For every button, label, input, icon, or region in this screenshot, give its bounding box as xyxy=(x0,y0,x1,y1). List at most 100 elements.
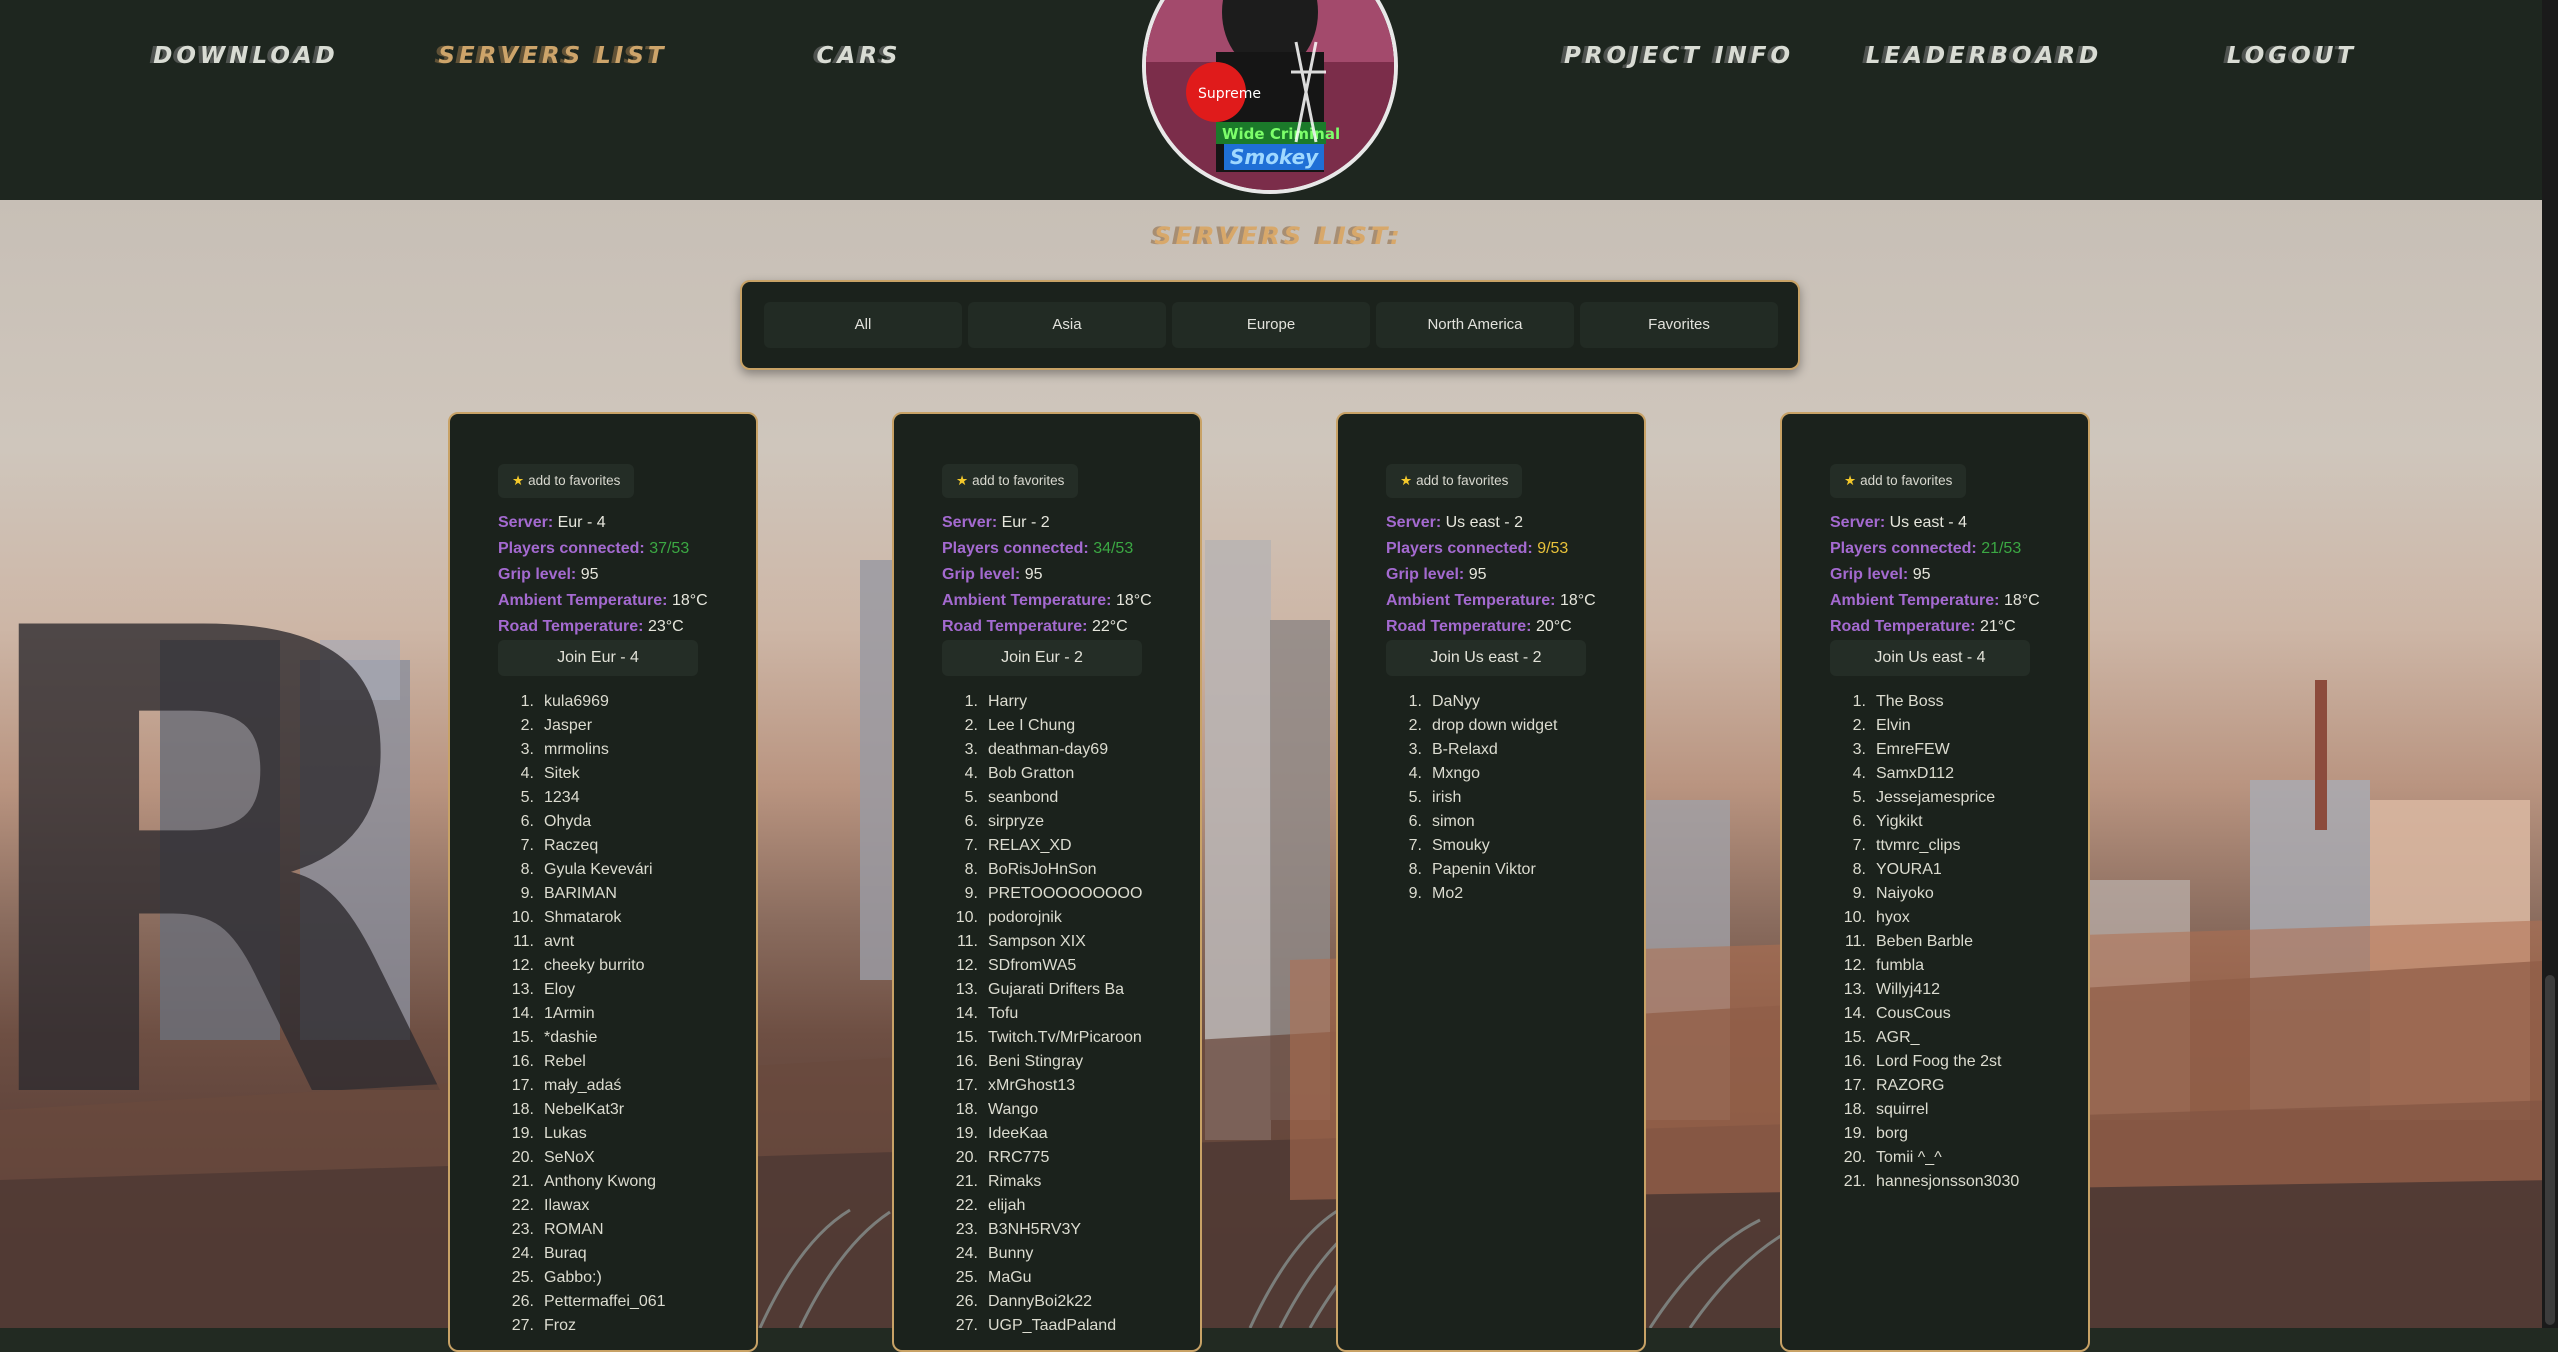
player-name: Pettermaffei_061 xyxy=(544,1293,666,1310)
player-name: kula6969 xyxy=(544,693,609,710)
player-list-item: 1. kula6969 xyxy=(520,693,609,710)
nav-project-info[interactable]: PROJECT INFO xyxy=(1564,38,1794,74)
player-name: The Boss xyxy=(1876,693,1944,710)
road-value: 21°C xyxy=(1979,618,2016,635)
ambient-label: Ambient Temperature: xyxy=(1830,592,2000,609)
avatar-image: Supreme Wide Criminal Smokey xyxy=(1146,0,1394,190)
player-name: *dashie xyxy=(544,1029,598,1046)
player-list-item: 3. B-Relaxd xyxy=(1408,741,1498,758)
favorite-label: add to favorites xyxy=(1860,473,1953,488)
player-list-item: 1. DaNyy xyxy=(1408,693,1481,710)
join-server-button[interactable]: Join Us east - 2 xyxy=(1386,640,1586,676)
player-list-item: 18. squirrel xyxy=(1843,1101,1929,1118)
player-name: MaGu xyxy=(988,1269,1032,1286)
player-list-item: 7. Raczeq xyxy=(520,837,599,854)
player-name: DannyBoi2k22 xyxy=(988,1293,1093,1310)
nav-download[interactable]: DOWNLOAD xyxy=(153,38,339,74)
player-list-item: 27. UGP_TaadPaland xyxy=(955,1317,1117,1334)
player-name: irish xyxy=(1432,789,1462,806)
join-server-button[interactable]: Join Eur - 4 xyxy=(498,640,698,676)
ambient-row: Ambient Temperature: 18°C xyxy=(942,588,1192,614)
server-label: Server: xyxy=(1830,514,1886,531)
player-list-item: 1. Harry xyxy=(964,693,1028,710)
player-list-item: 10. hyox xyxy=(1843,909,1910,926)
player-name: Jasper xyxy=(544,717,593,734)
player-list: 1. kula6969 2. Jasper 3. mrmolins 4. Sitek 5. 123… xyxy=(498,690,666,1338)
ambient-label: Ambient Temperature: xyxy=(498,592,668,609)
player-list-item: 12. fumbla xyxy=(1843,957,1925,974)
player-name: Yigkikt xyxy=(1876,813,1923,830)
ambient-value: 18°C xyxy=(671,592,708,609)
grip-row: Grip level: 95 xyxy=(498,562,748,588)
player-list-item: 9. BARIMAN xyxy=(520,885,617,902)
player-name: UGP_TaadPaland xyxy=(988,1317,1117,1334)
players-row: Players connected: 34/53 xyxy=(942,536,1192,562)
player-list-item: 15. AGR_ xyxy=(1843,1029,1920,1046)
region-filter-bar: All Asia Europe North America Favorites xyxy=(740,280,1800,370)
player-list-item: 12. SDfromWA5 xyxy=(955,957,1077,974)
players-label: Players connected: xyxy=(1830,540,1977,557)
server-info: Server: Us east - 2 Players connected: 9… xyxy=(1386,510,1636,640)
nav-leaderboard[interactable]: LEADERBOARD xyxy=(1866,38,2102,74)
player-list-item: 6. sirpryze xyxy=(964,813,1045,830)
add-to-favorites-button[interactable]: ★ add to favorites xyxy=(1830,464,1967,498)
player-name: ttvmrc_clips xyxy=(1876,837,1961,854)
join-server-button[interactable]: Join Us east - 4 xyxy=(1830,640,2030,676)
player-list-item: 9. Naiyoko xyxy=(1852,885,1934,902)
top-navigation-bar: DOWNLOAD SERVERS LIST CARS PROJECT INFO … xyxy=(0,0,2558,200)
road-label: Road Temperature: xyxy=(498,618,644,635)
nav-cars[interactable]: CARS xyxy=(817,38,902,74)
player-name: mrmolins xyxy=(544,741,609,758)
players-label: Players connected: xyxy=(942,540,1089,557)
player-list-item: 6. Yigkikt xyxy=(1852,813,1923,830)
add-to-favorites-button[interactable]: ★ add to favorites xyxy=(1386,464,1523,498)
scrollbar-thumb[interactable] xyxy=(2545,975,2555,1325)
player-name: SamxD112 xyxy=(1876,765,1954,782)
player-name: NebelKat3r xyxy=(544,1101,625,1118)
filter-favorites[interactable]: Favorites xyxy=(1580,302,1778,348)
grip-value: 95 xyxy=(580,566,599,583)
grip-row: Grip level: 95 xyxy=(942,562,1192,588)
grip-label: Grip level: xyxy=(942,566,1021,583)
player-list-item: 21. Anthony Kwong xyxy=(511,1173,657,1190)
player-list-item: 14. Tofu xyxy=(955,1005,1019,1022)
add-to-favorites-button[interactable]: ★ add to favorites xyxy=(942,464,1079,498)
player-list-item: 19. borg xyxy=(1843,1125,1909,1142)
ambient-value: 18°C xyxy=(1115,592,1152,609)
player-list-item: 18. Wango xyxy=(955,1101,1039,1118)
avatar-smokey-text: Smokey xyxy=(1230,145,1319,169)
filter-europe[interactable]: Europe xyxy=(1172,302,1370,348)
player-list-item: 9. Mo2 xyxy=(1408,885,1464,902)
player-list-item: 6. Ohyda xyxy=(520,813,592,830)
player-name: RELAX_XD xyxy=(988,837,1072,854)
server-info: Server: Eur - 2 Players connected: 34/53… xyxy=(942,510,1192,640)
ambient-row: Ambient Temperature: 18°C xyxy=(498,588,748,614)
player-list-item: 4. Sitek xyxy=(520,765,580,782)
player-list-item: 16. Beni Stingray xyxy=(955,1053,1084,1070)
player-list-item: 20. SeNoX xyxy=(511,1149,595,1166)
join-server-button[interactable]: Join Eur - 2 xyxy=(942,640,1142,676)
player-list-item: 20. RRC775 xyxy=(955,1149,1050,1166)
player-list-item: 7. Smouky xyxy=(1408,837,1490,854)
player-name: EmreFEW xyxy=(1876,741,1950,758)
user-avatar[interactable]: Supreme Wide Criminal Smokey xyxy=(1142,0,1398,194)
player-list-item: 2. Jasper xyxy=(520,717,593,734)
player-name: Papenin Viktor xyxy=(1432,861,1536,878)
grip-label: Grip level: xyxy=(498,566,577,583)
player-list: 1. DaNyy 2. drop down widget 3. B-Relaxd 4. Mxn… xyxy=(1386,690,1558,906)
player-list-item: 22. Ilawax xyxy=(511,1197,590,1214)
player-name: drop down widget xyxy=(1432,717,1558,734)
filter-all[interactable]: All xyxy=(764,302,962,348)
nav-logout[interactable]: LOGOUT xyxy=(2227,38,2357,74)
player-name: PRETOOOOOOOOO xyxy=(988,885,1143,902)
players-row: Players connected: 21/53 xyxy=(1830,536,2080,562)
road-value: 20°C xyxy=(1535,618,1572,635)
player-name: Buraq xyxy=(544,1245,587,1262)
add-to-favorites-button[interactable]: ★ add to favorites xyxy=(498,464,635,498)
filter-asia[interactable]: Asia xyxy=(968,302,1166,348)
nav-servers-list[interactable]: SERVERS LIST xyxy=(438,38,667,74)
page-scrollbar[interactable] xyxy=(2542,0,2558,1328)
grip-value: 95 xyxy=(1912,566,1931,583)
player-list-item: 8. YOURA1 xyxy=(1852,861,1942,878)
filter-north-america[interactable]: North America xyxy=(1376,302,1574,348)
